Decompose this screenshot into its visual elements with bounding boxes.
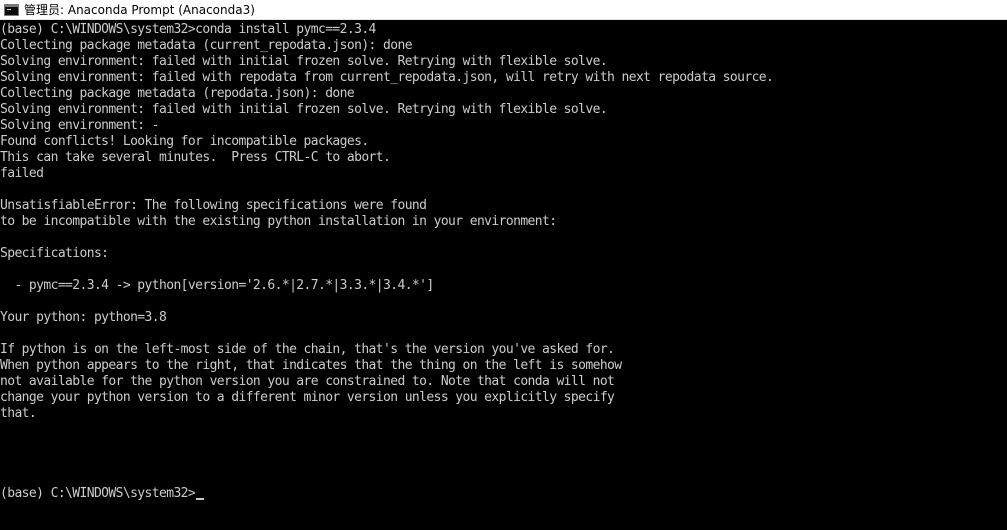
window-title: 管理员: Anaconda Prompt (Anaconda3) [24, 2, 255, 17]
terminal-line: This can take several minutes. Press CTR… [0, 150, 391, 165]
terminal-line: Found conflicts! Looking for incompatibl… [0, 134, 369, 149]
terminal-line: - pymc==2.3.4 -> python[version='2.6.*|2… [0, 278, 434, 293]
terminal-line: Your python: python=3.8 [0, 310, 167, 325]
console-icon [4, 3, 19, 16]
prompt-text: (base) C:\WINDOWS\system32> [0, 486, 196, 501]
terminal-line: Solving environment: failed with initial… [0, 54, 608, 69]
terminal-line: UnsatisfiableError: The following specif… [0, 198, 427, 213]
terminal-line: When python appears to the right, that i… [0, 358, 622, 373]
terminal-line: change your python version to a differen… [0, 390, 615, 405]
terminal-line: Solving environment: - [0, 118, 160, 133]
terminal-line: that. [0, 406, 37, 421]
terminal-line: failed [0, 166, 44, 181]
terminal-line: Collecting package metadata (current_rep… [0, 38, 413, 53]
text-cursor [196, 498, 205, 500]
terminal-line: Solving environment: failed with initial… [0, 102, 608, 117]
terminal-line: If python is on the left-most side of th… [0, 342, 615, 357]
terminal-line: Specifications: [0, 246, 109, 261]
terminal-line: (base) C:\WINDOWS\system32>conda install… [0, 22, 376, 37]
terminal-line: Collecting package metadata (repodata.js… [0, 86, 355, 101]
command-prompt[interactable]: (base) C:\WINDOWS\system32> [0, 486, 205, 502]
terminal-line: not available for the python version you… [0, 374, 615, 389]
title-bar[interactable]: 管理员: Anaconda Prompt (Anaconda3) [0, 0, 1007, 20]
terminal-line: to be incompatible with the existing pyt… [0, 214, 557, 229]
terminal-line: Solving environment: failed with repodat… [0, 70, 774, 85]
terminal-output[interactable]: (base) C:\WINDOWS\system32>conda install… [0, 22, 1007, 530]
